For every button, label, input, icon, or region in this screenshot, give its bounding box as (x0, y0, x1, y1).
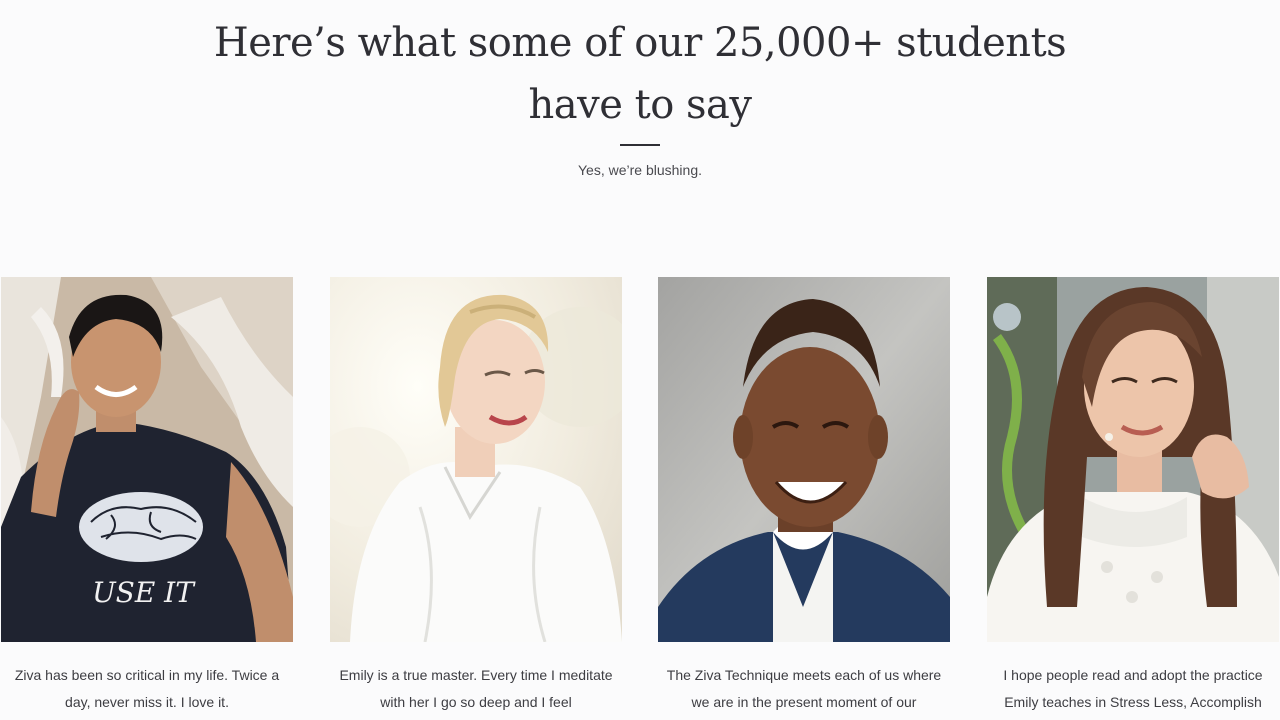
heading-divider (620, 144, 660, 146)
testimonial-photo-3 (658, 277, 950, 642)
testimonial-quote-4: I hope people read and adopt the practic… (1003, 667, 1263, 710)
section-heading-line-2: have to say (528, 82, 752, 128)
testimonial-photo-2 (330, 277, 622, 642)
tshirt-text: USE IT (92, 576, 196, 609)
testimonial-photo-1: USE IT (1, 277, 293, 642)
section-heading-line-1: Here’s what some of our 25,000+ students (213, 20, 1067, 66)
section-heading: Here’s what some of our 25,000+ students… (0, 12, 1280, 136)
section-subtitle: Yes, we’re blushing. (577, 162, 702, 178)
testimonial-card-2: Emily is a true master. Every time I med… (330, 277, 622, 716)
testimonial-card-3: The Ziva Technique meets each of us wher… (658, 277, 950, 716)
testimonial-card-1: USE IT Ziva has been so critical in my l… (1, 277, 293, 716)
testimonial-quote-3: The Ziva Technique meets each of us wher… (666, 667, 942, 710)
testimonial-card-4: I hope people read and adopt the practic… (987, 277, 1279, 716)
testimonial-quote-2: Emily is a true master. Every time I med… (339, 667, 613, 710)
testimonial-photo-4 (987, 277, 1279, 642)
testimonials-section: Here’s what some of our 25,000+ students… (0, 0, 1280, 720)
testimonial-quote-1: Ziva has been so critical in my life. Tw… (14, 667, 280, 710)
